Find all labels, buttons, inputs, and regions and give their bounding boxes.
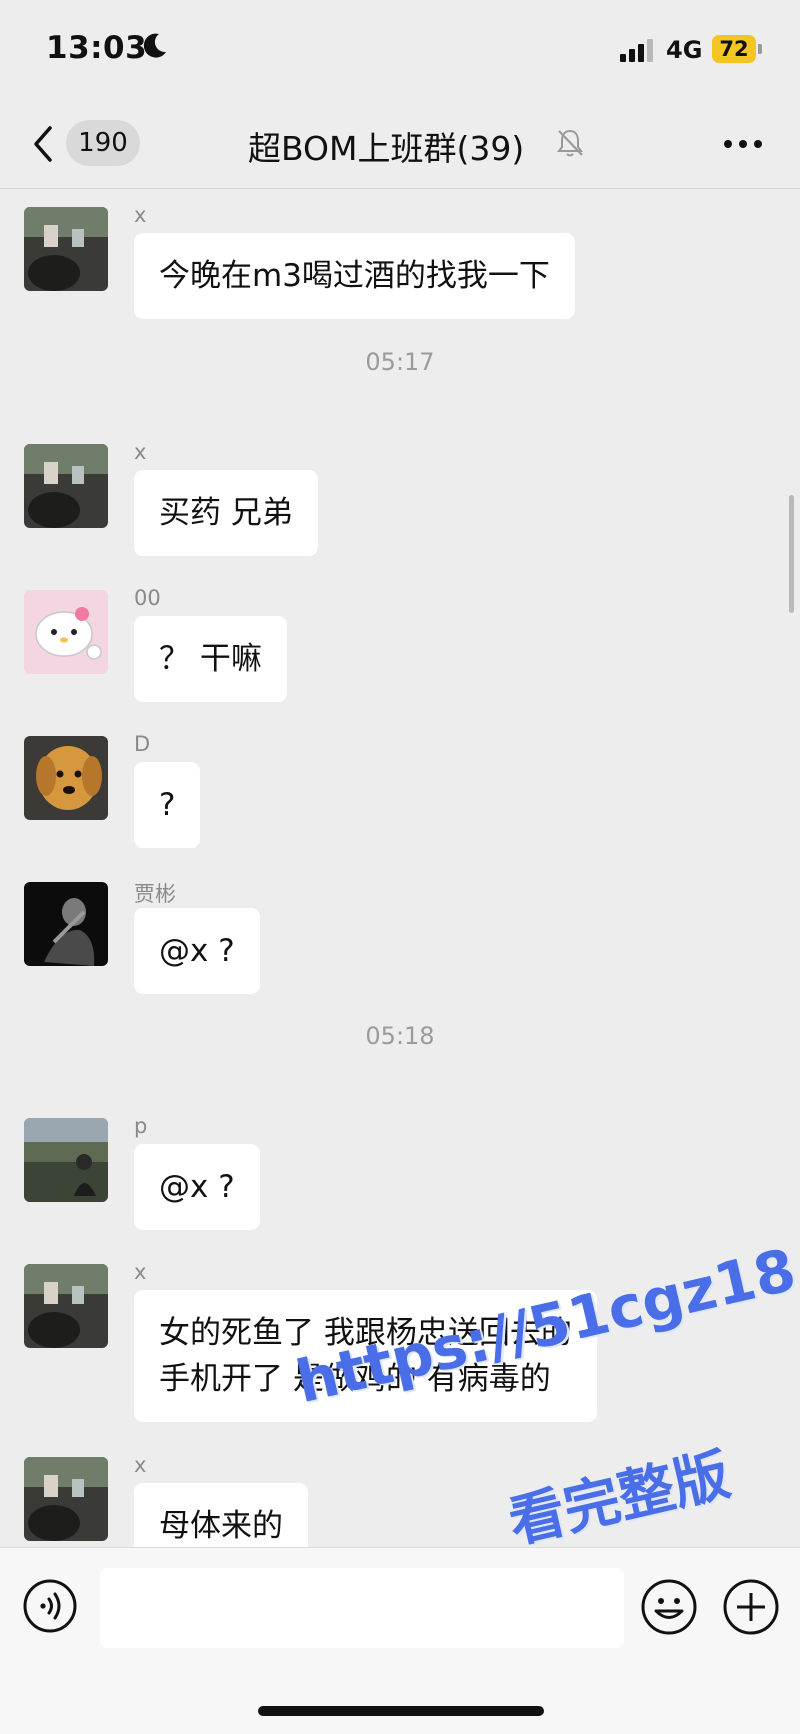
sender-name: p: [134, 1114, 148, 1138]
moon-icon: [143, 33, 166, 58]
message-bubble[interactable]: ?: [134, 762, 201, 848]
avatar[interactable]: [24, 1118, 108, 1202]
message-bubble[interactable]: 今晚在m3喝过酒的找我一下: [134, 233, 575, 319]
avatar[interactable]: [24, 882, 108, 966]
sender-name: x: [134, 203, 147, 227]
sender-name: x: [134, 1260, 147, 1284]
sender-name: x: [134, 1453, 147, 1477]
timestamp: 05:18: [365, 1022, 435, 1050]
sender-name: 贾彬: [134, 882, 176, 906]
status-time: 13:03: [46, 30, 148, 66]
avatar[interactable]: [24, 590, 108, 674]
avatar[interactable]: [24, 1264, 108, 1348]
message-input[interactable]: [100, 1568, 624, 1648]
avatar[interactable]: [24, 736, 108, 820]
input-bar: [0, 1547, 800, 1734]
sender-name: 00: [134, 586, 161, 610]
scrollbar[interactable]: [789, 495, 794, 613]
message-bubble[interactable]: @x ?: [134, 1144, 260, 1230]
avatar[interactable]: [24, 207, 108, 291]
unread-count-badge[interactable]: 190: [66, 120, 140, 166]
signal-icon: [620, 39, 653, 62]
back-icon[interactable]: [30, 124, 56, 164]
mute-icon: [557, 129, 583, 157]
network-type: 4G: [666, 36, 703, 64]
voice-icon[interactable]: [22, 1578, 78, 1634]
message-bubble[interactable]: 买药 兄弟: [134, 470, 318, 556]
chat-header: 190 超BOM上班群(39): [0, 100, 800, 189]
emoji-icon[interactable]: [640, 1578, 698, 1636]
more-icon[interactable]: [722, 126, 764, 162]
sender-name: D: [134, 732, 151, 756]
avatar[interactable]: [24, 1457, 108, 1541]
home-indicator[interactable]: [258, 1706, 544, 1716]
sender-name: x: [134, 440, 147, 464]
battery-cap: [758, 44, 762, 54]
message-bubble[interactable]: 母体来的: [134, 1483, 308, 1547]
message-bubble[interactable]: @x ?: [134, 908, 260, 994]
plus-icon[interactable]: [722, 1578, 780, 1636]
chat-title: 超BOM上班群(39): [248, 129, 525, 168]
avatar[interactable]: [24, 444, 108, 528]
message-bubble[interactable]: ？ 干嘛: [134, 616, 287, 702]
status-bar: 13:03 4G 72: [0, 0, 800, 100]
timestamp: 05:17: [365, 348, 435, 376]
battery-level: 72: [712, 35, 756, 63]
